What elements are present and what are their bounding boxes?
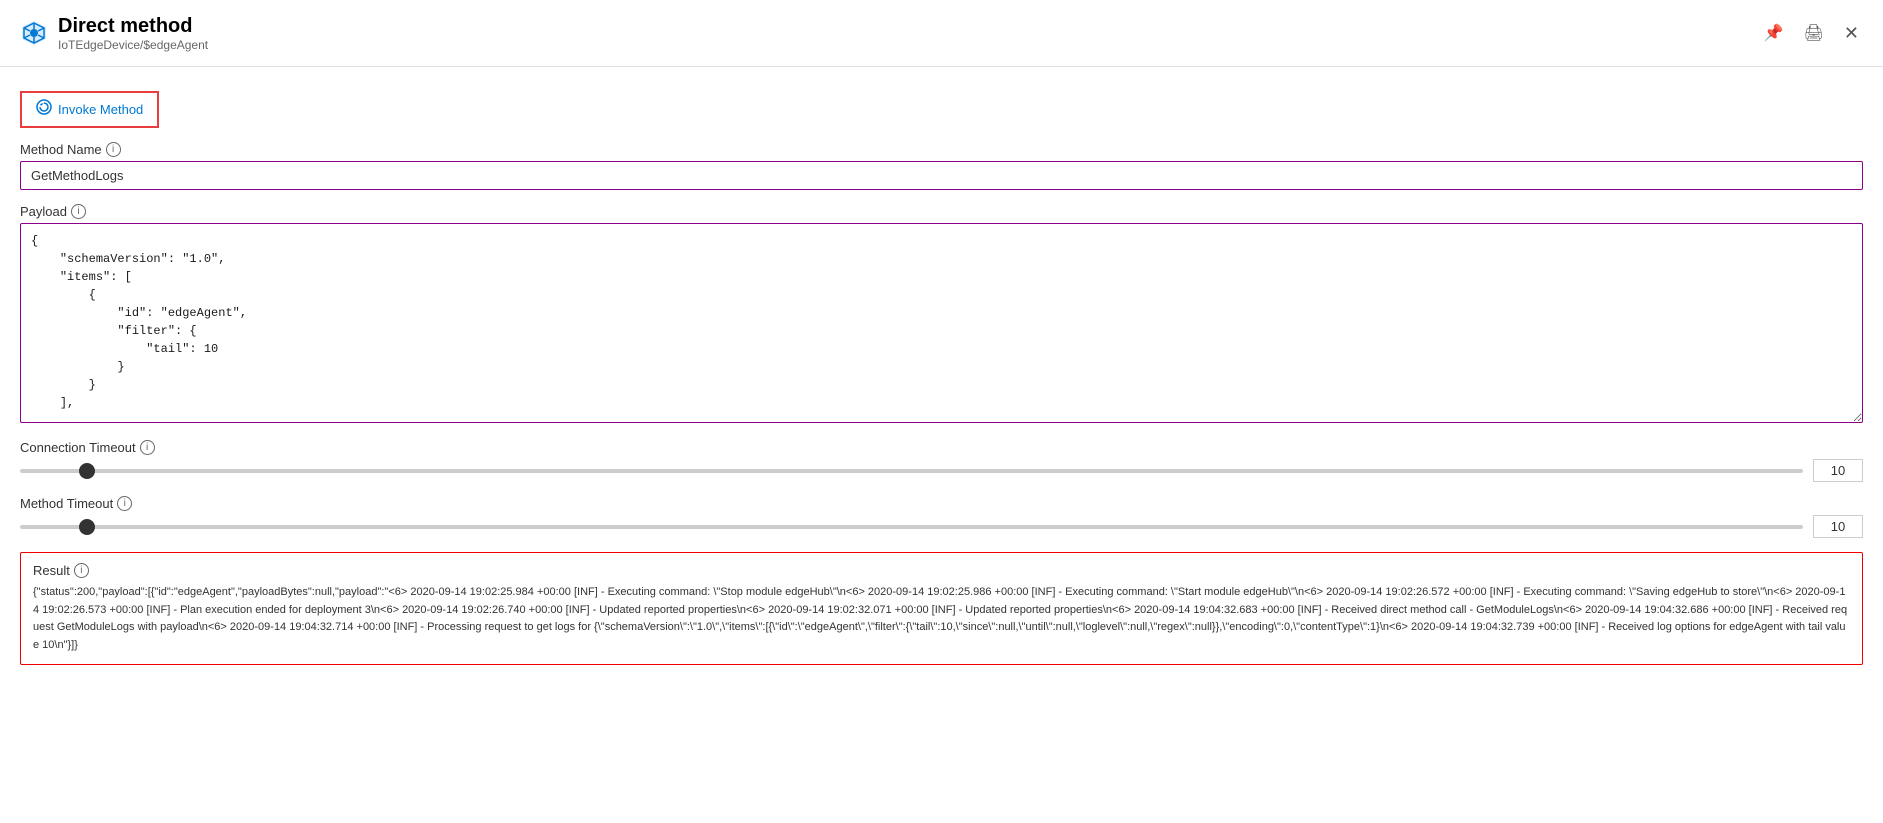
panel-title-area: Direct method IoTEdgeDevice/$edgeAgent (20, 14, 208, 52)
result-label: Result i (33, 563, 1850, 578)
panel-subtitle: IoTEdgeDevice/$edgeAgent (58, 38, 208, 52)
payload-label: Payload i (20, 204, 1863, 219)
method-timeout-slider[interactable] (20, 525, 1803, 529)
connection-timeout-info-icon[interactable]: i (140, 440, 155, 455)
result-content: {"status":200,"payload":[{"id":"edgeAgen… (33, 584, 1850, 654)
header-divider (0, 66, 1883, 67)
invoke-method-button[interactable]: Invoke Method (20, 91, 159, 128)
method-timeout-value: 10 (1813, 515, 1863, 538)
pin-icon: 📌 (1764, 23, 1784, 43)
payload-info-icon[interactable]: i (71, 204, 86, 219)
method-timeout-info-icon[interactable]: i (117, 496, 132, 511)
connection-timeout-container: Connection Timeout i 10 (20, 440, 1863, 482)
connection-timeout-value: 10 (1813, 459, 1863, 482)
panel-title-text: Direct method IoTEdgeDevice/$edgeAgent (58, 14, 208, 52)
method-timeout-slider-row: 10 (20, 515, 1863, 538)
connection-timeout-label: Connection Timeout i (20, 440, 1863, 455)
panel-title: Direct method (58, 14, 208, 38)
azure-iot-icon (20, 19, 48, 47)
result-info-icon[interactable]: i (74, 563, 89, 578)
panel-content: Invoke Method Method Name i Payload i { … (0, 81, 1883, 685)
pin-button[interactable]: 📌 (1760, 19, 1788, 47)
method-timeout-label: Method Timeout i (20, 496, 1863, 511)
close-button[interactable]: ✕ (1840, 19, 1863, 48)
invoke-method-icon (36, 99, 52, 120)
close-icon: ✕ (1844, 23, 1859, 44)
payload-container: { "schemaVersion": "1.0", "items": [ { "… (20, 223, 1863, 426)
panel-header: Direct method IoTEdgeDevice/$edgeAgent 📌… (0, 0, 1883, 58)
method-name-info-icon[interactable]: i (106, 142, 121, 157)
result-section: Result i {"status":200,"payload":[{"id":… (20, 552, 1863, 665)
header-icons: 📌 🖨 ✕ (1760, 19, 1863, 48)
print-button[interactable]: 🖨 (1800, 19, 1828, 47)
print-icon: 🖨 (1804, 23, 1824, 43)
payload-textarea[interactable]: { "schemaVersion": "1.0", "items": [ { "… (20, 223, 1863, 423)
method-name-label: Method Name i (20, 142, 1863, 157)
direct-method-panel: Direct method IoTEdgeDevice/$edgeAgent 📌… (0, 0, 1883, 823)
method-name-input[interactable] (20, 161, 1863, 190)
refresh-icon (36, 99, 52, 115)
method-timeout-container: Method Timeout i 10 (20, 496, 1863, 538)
invoke-method-label: Invoke Method (58, 102, 143, 117)
connection-timeout-slider[interactable] (20, 469, 1803, 473)
connection-timeout-slider-row: 10 (20, 459, 1863, 482)
